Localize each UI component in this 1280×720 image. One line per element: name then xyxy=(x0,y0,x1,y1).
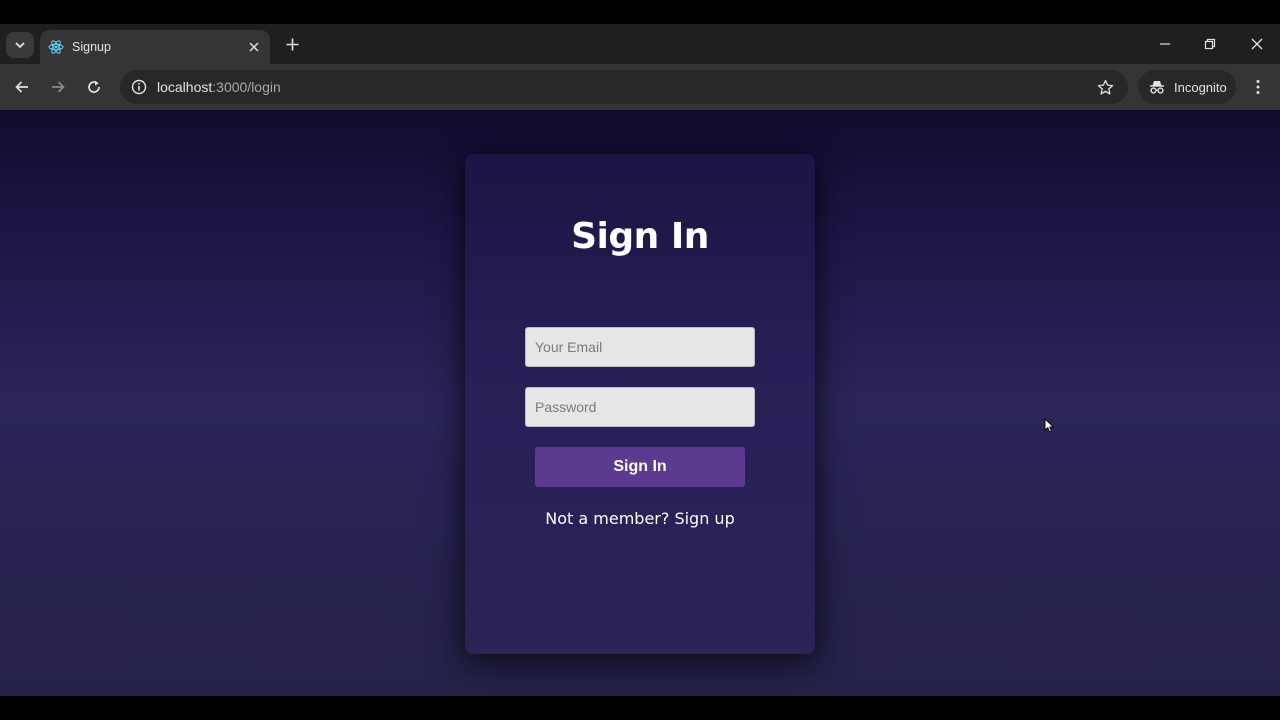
email-field[interactable] xyxy=(525,327,755,367)
tab-title: Signup xyxy=(72,40,111,54)
signup-link[interactable]: Not a member? Sign up xyxy=(465,509,815,528)
react-favicon-icon xyxy=(48,39,64,55)
browser-toolbar: localhost:3000/login Incognito xyxy=(0,64,1280,110)
tab-strip: Signup xyxy=(0,24,1280,64)
new-tab-button[interactable] xyxy=(280,32,304,56)
forward-button[interactable] xyxy=(43,72,73,102)
password-field[interactable] xyxy=(525,387,755,427)
site-info-button[interactable] xyxy=(126,74,152,100)
reload-button[interactable] xyxy=(79,72,109,102)
tab-close-button[interactable] xyxy=(244,37,264,57)
plus-icon xyxy=(286,38,298,50)
tab-search-icon xyxy=(15,42,25,49)
tab-active[interactable]: Signup xyxy=(40,30,270,64)
url-text[interactable]: localhost:3000/login xyxy=(157,79,281,95)
back-button[interactable] xyxy=(7,72,37,102)
screen-letterbox-bottom xyxy=(0,696,1280,720)
window-close-button[interactable] xyxy=(1237,30,1277,58)
close-icon xyxy=(249,42,259,52)
address-bar[interactable]: localhost:3000/login xyxy=(120,70,1128,104)
bookmark-button[interactable] xyxy=(1092,74,1118,100)
restore-button[interactable] xyxy=(1190,30,1230,58)
star-icon xyxy=(1097,79,1113,95)
close-icon xyxy=(1251,38,1263,50)
minimize-button[interactable] xyxy=(1145,30,1185,58)
incognito-label: Incognito xyxy=(1174,79,1227,95)
browser-menu-button[interactable] xyxy=(1246,72,1270,102)
incognito-icon xyxy=(1150,81,1164,94)
url-host: localhost xyxy=(157,79,213,95)
site-info-icon xyxy=(131,79,147,95)
forward-arrow-icon xyxy=(52,81,65,93)
back-arrow-icon xyxy=(15,81,28,93)
incognito-chip[interactable]: Incognito xyxy=(1138,70,1236,104)
kebab-menu-icon xyxy=(1256,80,1260,94)
minimize-icon xyxy=(1160,43,1170,45)
page-viewport: Sign In Sign In Not a member? Sign up xyxy=(0,110,1280,696)
url-path: :3000/login xyxy=(212,79,281,95)
screen-letterbox-top xyxy=(0,0,1280,24)
tab-search-button[interactable] xyxy=(6,32,34,58)
sign-in-button[interactable]: Sign In xyxy=(535,447,745,487)
mouse-cursor-icon xyxy=(1044,418,1055,433)
browser-window: Signup localhost:3000/login Incognito Si… xyxy=(0,24,1280,696)
reload-icon xyxy=(88,80,100,93)
restore-icon xyxy=(1204,38,1216,50)
page-title: Sign In xyxy=(571,216,709,257)
login-card: Sign In Sign In Not a member? Sign up xyxy=(465,154,815,654)
